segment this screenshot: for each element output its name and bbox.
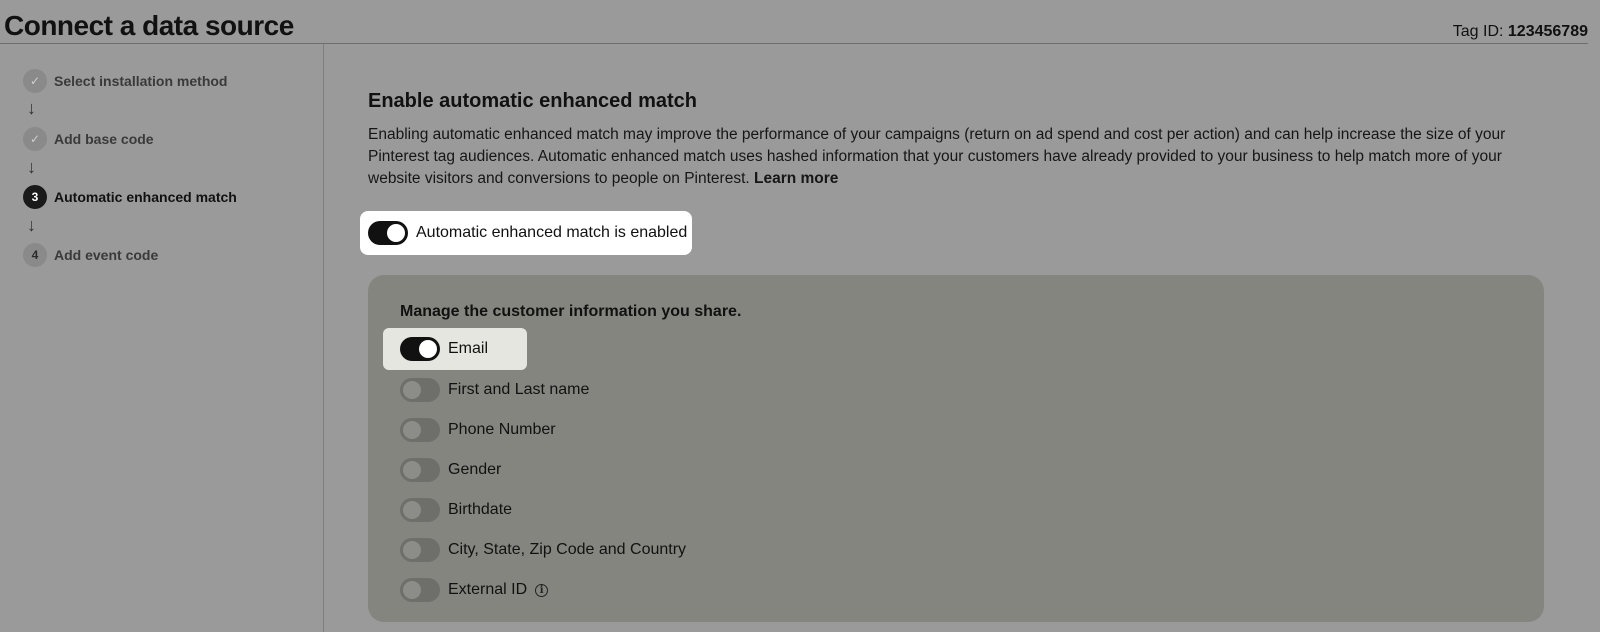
birthdate-toggle[interactable]	[400, 498, 440, 522]
description-text: Enabling automatic enhanced match may im…	[368, 126, 1506, 187]
step-automatic-enhanced-match[interactable]: 3 Automatic enhanced match	[23, 185, 237, 209]
gender-toggle[interactable]	[400, 458, 440, 482]
page-header: Connect a data source Tag ID: 123456789	[0, 0, 1588, 44]
step-select-installation-method[interactable]: ✓ Select installation method	[23, 69, 227, 93]
step-label: Add event code	[54, 247, 159, 263]
page-title: Connect a data source	[4, 10, 294, 41]
option-label: Email	[448, 340, 489, 357]
master-toggle-container: Automatic enhanced match is enabled	[360, 211, 692, 255]
toggle-knob	[403, 421, 421, 439]
step-add-base-code[interactable]: ✓ Add base code	[23, 127, 154, 151]
steps-sidebar: ✓ Select installation method ↓ ✓ Add bas…	[0, 44, 324, 632]
section-title: Enable automatic enhanced match	[368, 90, 697, 112]
option-birthdate: Birthdate	[400, 496, 512, 524]
option-label: City, State, Zip Code and Country	[448, 541, 687, 558]
option-label: Gender	[448, 461, 502, 478]
toggle-knob	[403, 501, 421, 519]
option-label: Phone Number	[448, 421, 556, 438]
arrow-down-icon: ↓	[27, 215, 36, 235]
step-number-badge: 4	[23, 243, 47, 267]
step-label: Select installation method	[54, 73, 228, 89]
external-id-toggle[interactable]	[400, 578, 440, 602]
tag-id-label: Tag ID:	[1452, 23, 1504, 40]
phone-number-toggle[interactable]	[400, 418, 440, 442]
toggle-knob	[419, 340, 437, 358]
toggle-knob	[403, 381, 421, 399]
option-location: City, State, Zip Code and Country	[400, 536, 686, 564]
check-icon: ✓	[23, 127, 47, 151]
info-icon[interactable]: i	[535, 583, 549, 597]
panel-title: Manage the customer information you shar…	[400, 303, 742, 320]
email-toggle[interactable]	[400, 337, 440, 361]
check-icon: ✓	[23, 69, 47, 93]
step-add-event-code[interactable]: 4 Add event code	[23, 243, 158, 267]
arrow-down-icon: ↓	[27, 98, 36, 118]
learn-more-link[interactable]: Learn more	[754, 170, 838, 187]
tag-id-value: 123456789	[1507, 23, 1588, 40]
option-email: Email	[383, 328, 527, 370]
option-first-and-last-name: First and Last name	[400, 376, 589, 404]
toggle-knob	[403, 461, 421, 479]
location-toggle[interactable]	[400, 538, 440, 562]
step-label: Automatic enhanced match	[54, 189, 237, 205]
tag-id: Tag ID: 123456789	[1453, 23, 1588, 41]
option-phone-number: Phone Number	[400, 416, 556, 444]
customer-info-panel: Manage the customer information you shar…	[368, 275, 1544, 622]
option-label: External ID	[448, 581, 528, 598]
toggle-knob	[387, 224, 405, 242]
toggle-knob	[403, 581, 421, 599]
option-label: First and Last name	[448, 381, 590, 398]
step-number-badge: 3	[23, 185, 47, 209]
automatic-enhanced-match-toggle[interactable]	[368, 221, 408, 245]
option-gender: Gender	[400, 456, 501, 484]
toggle-knob	[403, 541, 421, 559]
step-label: Add base code	[54, 131, 154, 147]
option-external-id: External ID i	[400, 576, 549, 604]
arrow-down-icon: ↓	[27, 157, 36, 177]
option-label: Birthdate	[448, 501, 513, 518]
master-toggle-label: Automatic enhanced match is enabled	[416, 224, 688, 241]
first-last-name-toggle[interactable]	[400, 378, 440, 402]
section-description: Enabling automatic enhanced match may im…	[368, 124, 1548, 190]
